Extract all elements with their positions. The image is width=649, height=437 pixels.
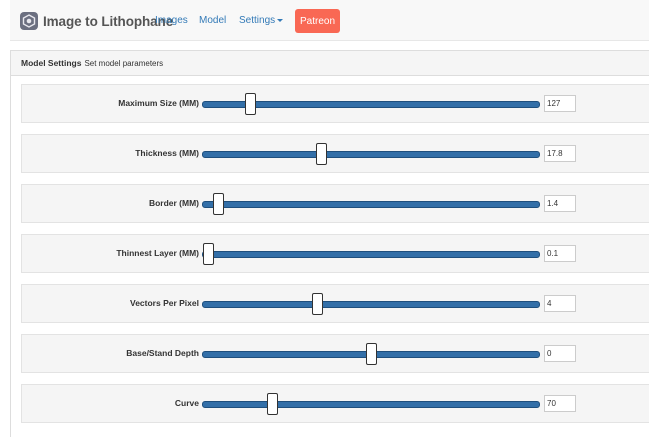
slider-handle[interactable] <box>266 393 278 415</box>
lithophane-logo-icon <box>20 12 38 30</box>
slider-handle[interactable] <box>315 143 327 165</box>
nav-settings-label: Settings <box>239 15 276 26</box>
slider-handle[interactable] <box>366 343 377 365</box>
slider-row-maximum-size: Maximum Size (MM) <box>21 84 649 123</box>
value-input[interactable] <box>544 345 576 362</box>
slider-row-thinnest-layer: Thinnest Layer (MM) <box>21 234 649 273</box>
slider-label: Vectors Per Pixel <box>130 298 199 308</box>
value-input[interactable] <box>544 195 576 212</box>
slider-label: Thickness (MM) <box>135 148 199 158</box>
slider-track[interactable] <box>202 343 540 365</box>
slider-label: Maximum Size (MM) <box>118 98 199 108</box>
slider-label: Border (MM) <box>148 198 199 208</box>
slider-handle[interactable] <box>213 193 225 215</box>
caret-down-icon <box>277 18 284 22</box>
slider-track[interactable] <box>202 193 540 215</box>
panel-subtitle: Set model parameters <box>84 58 164 68</box>
slider-row-curve: Curve <box>21 384 649 423</box>
panel-title: Model Settings <box>21 58 82 68</box>
navbar: Image to Lithophane Images Model Setting… <box>10 0 649 41</box>
model-settings-panel: Model Settings Set model parameters Maxi… <box>10 50 649 437</box>
panel-heading: Model Settings Set model parameters <box>11 51 649 76</box>
slider-track[interactable] <box>202 93 540 115</box>
patreon-button[interactable]: Patreon <box>295 9 340 33</box>
slider-label: Base/Stand Depth <box>126 348 199 358</box>
slider-row-border: Border (MM) <box>21 184 649 223</box>
slider-handle[interactable] <box>245 93 257 115</box>
nav-images[interactable]: Images <box>155 15 188 26</box>
slider-track[interactable] <box>202 293 540 315</box>
slider-track[interactable] <box>202 243 540 265</box>
slider-track[interactable] <box>202 393 540 415</box>
value-input[interactable] <box>544 245 576 262</box>
brand-title: Image to Lithophane <box>43 13 174 29</box>
slider-handle[interactable] <box>312 293 324 315</box>
value-input[interactable] <box>544 95 576 112</box>
value-input[interactable] <box>544 145 576 162</box>
slider-row-thickness: Thickness (MM) <box>21 134 649 173</box>
value-input[interactable] <box>544 295 576 312</box>
value-input[interactable] <box>544 395 576 412</box>
slider-row-vectors-per-pixel: Vectors Per Pixel <box>21 284 649 323</box>
brand[interactable]: Image to Lithophane <box>20 10 173 32</box>
slider-handle[interactable] <box>203 243 215 265</box>
nav-model[interactable]: Model <box>199 15 226 26</box>
slider-label: Curve <box>174 398 199 408</box>
slider-row-base-stand-depth: Base/Stand Depth <box>21 334 649 373</box>
nav-settings-dropdown[interactable]: Settings <box>239 15 284 26</box>
slider-track[interactable] <box>202 143 540 165</box>
slider-label: Thinnest Layer (MM) <box>116 248 199 258</box>
